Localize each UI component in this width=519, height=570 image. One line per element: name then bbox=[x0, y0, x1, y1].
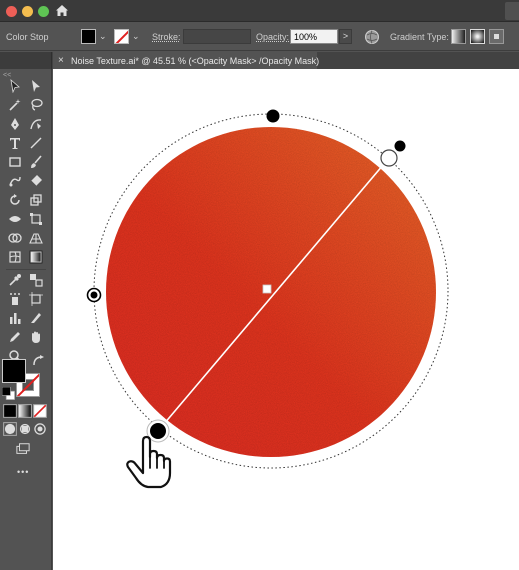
annotator-rotate-handle[interactable] bbox=[394, 140, 406, 152]
start-color-stop[interactable] bbox=[150, 423, 166, 439]
draw-inside-icon[interactable] bbox=[33, 422, 46, 435]
document-tab-bar: × Noise Texture.ai* @ 45.51 % (<Opacity … bbox=[0, 52, 519, 69]
line-tool[interactable] bbox=[29, 136, 43, 150]
shaper-tool[interactable] bbox=[8, 174, 22, 188]
panel-collapse-tab[interactable] bbox=[505, 2, 519, 20]
stroke-weight-field[interactable] bbox=[183, 29, 251, 44]
mesh-tool[interactable] bbox=[8, 250, 22, 264]
tools-panel: << ••• bbox=[0, 69, 52, 570]
opacity-label[interactable]: Opacity: bbox=[256, 32, 289, 42]
curvature-tool[interactable] bbox=[29, 117, 43, 131]
magic-wand-tool[interactable] bbox=[8, 98, 22, 112]
end-color-stop[interactable] bbox=[380, 149, 398, 167]
opacity-input[interactable]: 100% bbox=[290, 29, 338, 44]
symbol-sprayer-tool[interactable] bbox=[8, 292, 22, 306]
minimize-window-button[interactable] bbox=[22, 6, 33, 17]
free-transform-tool[interactable] bbox=[29, 212, 43, 226]
width-tool[interactable] bbox=[8, 212, 22, 226]
draw-behind-icon[interactable] bbox=[18, 422, 31, 435]
gradient-center-point[interactable] bbox=[262, 284, 272, 294]
eyedropper-tool[interactable] bbox=[8, 273, 22, 287]
fill-color-swatch[interactable] bbox=[2, 359, 26, 383]
collapse-panel-icon[interactable]: << bbox=[3, 72, 11, 79]
slice-tool[interactable] bbox=[29, 311, 43, 325]
swap-fill-stroke-icon[interactable] bbox=[32, 355, 44, 366]
annotator-top-handle[interactable] bbox=[266, 109, 280, 123]
document-tab[interactable]: × Noise Texture.ai* @ 45.51 % (<Opacity … bbox=[53, 52, 320, 69]
control-bar: Color Stop ⌄ ⌄ Stroke: Opacity: 100% > G… bbox=[0, 23, 519, 51]
rotate-tool[interactable] bbox=[8, 193, 22, 207]
stroke-swatch[interactable] bbox=[114, 29, 129, 44]
fill-swatch[interactable] bbox=[81, 29, 96, 44]
close-tab-icon[interactable]: × bbox=[58, 55, 64, 66]
eraser-tool[interactable] bbox=[29, 174, 43, 188]
none-mode-button[interactable] bbox=[33, 404, 47, 418]
draw-normal-icon[interactable] bbox=[3, 422, 17, 436]
pencil-tool[interactable] bbox=[8, 330, 22, 344]
home-icon[interactable] bbox=[54, 3, 70, 19]
gradient-type-label: Gradient Type: bbox=[390, 32, 449, 42]
scale-tool[interactable] bbox=[29, 193, 43, 207]
color-mode-button[interactable] bbox=[3, 404, 17, 418]
direct-selection-tool[interactable] bbox=[29, 79, 43, 93]
lasso-tool[interactable] bbox=[29, 98, 43, 112]
title-bar bbox=[0, 0, 519, 22]
edit-toolbar-icon[interactable]: ••• bbox=[17, 467, 29, 477]
pen-tool[interactable] bbox=[8, 117, 22, 131]
type-tool[interactable] bbox=[8, 136, 22, 150]
linear-gradient-button[interactable] bbox=[451, 29, 466, 44]
gradient-mode-button[interactable] bbox=[18, 404, 32, 418]
hand-pointer-cursor bbox=[126, 435, 172, 489]
freeform-gradient-button[interactable] bbox=[489, 29, 504, 44]
artwork[interactable] bbox=[53, 69, 519, 570]
blend-tool[interactable] bbox=[29, 273, 43, 287]
chevron-down-icon[interactable]: ⌄ bbox=[132, 31, 140, 42]
radial-gradient-button[interactable] bbox=[470, 29, 485, 44]
chevron-down-icon[interactable]: ⌄ bbox=[99, 31, 107, 42]
gradient-tool[interactable] bbox=[29, 250, 43, 264]
document-tab-title: Noise Texture.ai* @ 45.51 % (<Opacity Ma… bbox=[71, 56, 320, 66]
perspective-grid-tool[interactable] bbox=[29, 231, 43, 245]
artboard-tool[interactable] bbox=[29, 292, 43, 306]
paintbrush-tool[interactable] bbox=[29, 155, 43, 169]
shape-builder-tool[interactable] bbox=[8, 231, 22, 245]
screen-mode-icon[interactable] bbox=[16, 442, 32, 456]
artboard-canvas[interactable] bbox=[53, 69, 519, 570]
zoom-window-button[interactable] bbox=[38, 6, 49, 17]
recolor-artwork-icon[interactable] bbox=[364, 29, 380, 45]
stroke-label[interactable]: Stroke: bbox=[152, 32, 181, 42]
opacity-arrow-button[interactable]: > bbox=[339, 29, 352, 44]
rectangle-tool[interactable] bbox=[8, 155, 22, 169]
selection-tool[interactable] bbox=[8, 79, 22, 93]
close-window-button[interactable] bbox=[6, 6, 17, 17]
column-graph-tool[interactable] bbox=[8, 311, 22, 325]
hand-tool[interactable] bbox=[29, 330, 43, 344]
default-fill-stroke-icon[interactable] bbox=[2, 387, 15, 400]
context-label: Color Stop bbox=[6, 32, 49, 42]
